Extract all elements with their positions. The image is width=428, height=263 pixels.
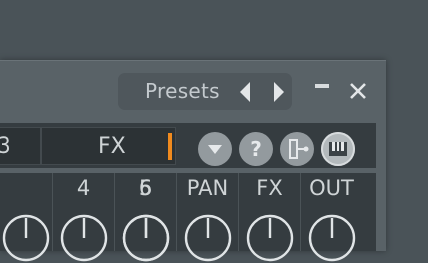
column-label: 6	[138, 176, 153, 200]
svg-text:?: ?	[250, 137, 262, 161]
minimize-icon[interactable]	[315, 84, 329, 88]
help-icon[interactable]: ?	[239, 132, 273, 166]
knob-icon[interactable]	[183, 213, 233, 263]
knob-icon[interactable]	[307, 213, 357, 263]
column-label: OUT	[309, 176, 354, 200]
slot-number: 3	[0, 134, 11, 159]
column-label: FX	[256, 176, 283, 200]
mixer-column[interactable]: PAN	[176, 173, 238, 262]
column-label: 4	[76, 176, 91, 200]
knob-icon[interactable]	[59, 213, 109, 263]
knob-icon[interactable]	[245, 213, 295, 263]
menu-arrow-icon[interactable]	[198, 132, 232, 166]
plugin-window: Presets 3 FX ? 4 5 6 PAN FX OUT	[0, 60, 386, 262]
mixer-column[interactable]: 4	[52, 173, 114, 262]
presets-label: Presets	[145, 79, 220, 103]
mixer-column[interactable]	[0, 173, 52, 262]
mixer-column[interactable]: OUT	[300, 173, 362, 262]
knob-icon[interactable]	[121, 213, 171, 263]
plugin-toolbar: 3 FX ?	[0, 123, 376, 168]
fx-slot-box[interactable]: FX	[41, 127, 176, 165]
previous-preset-arrow-icon[interactable]	[239, 80, 253, 108]
presets-button[interactable]: Presets	[118, 73, 292, 110]
piano-icon[interactable]	[321, 132, 355, 166]
knob-icon[interactable]	[1, 213, 51, 263]
column-label: PAN	[186, 176, 229, 200]
mixer-column[interactable]: FX	[238, 173, 300, 262]
next-preset-arrow-icon[interactable]	[271, 80, 285, 108]
slot-number-box[interactable]: 3	[0, 127, 41, 165]
fx-label: FX	[98, 134, 126, 159]
fx-accent-bar	[168, 133, 172, 160]
routing-icon[interactable]	[280, 132, 314, 166]
mixer-strip: 4 5 6 PAN FX OUT	[0, 173, 376, 262]
close-icon[interactable]	[348, 81, 368, 105]
mixer-column[interactable]: 6	[114, 173, 176, 262]
